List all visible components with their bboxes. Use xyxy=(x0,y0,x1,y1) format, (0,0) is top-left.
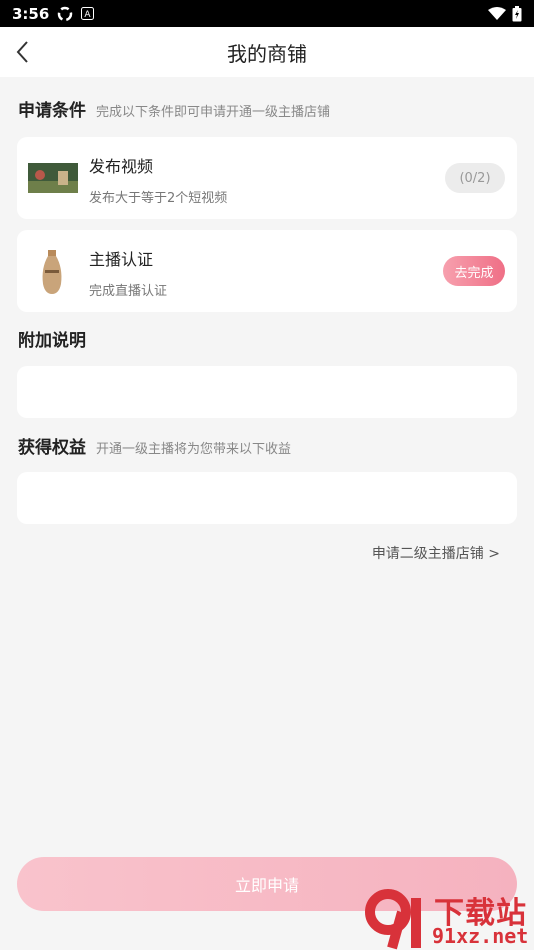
conditions-subtitle: 完成以下条件即可申请开通一级主播店铺 xyxy=(96,105,331,120)
page-title: 我的商铺 xyxy=(227,41,307,66)
benefits-header: 获得权益 开通一级主播将为您带来以下收益 xyxy=(18,433,291,458)
apply-level2-shop-link[interactable]: 申请二级主播店铺 > xyxy=(372,543,500,563)
conditions-title: 申请条件 xyxy=(18,101,86,121)
sync-icon xyxy=(58,6,73,21)
task-desc: 发布大于等于2个短视频 xyxy=(89,191,228,206)
extra-header: 附加说明 xyxy=(18,326,86,351)
benefits-subtitle: 开通一级主播将为您带来以下收益 xyxy=(96,442,292,457)
watermark-logo-icon xyxy=(365,889,421,950)
back-arrow-icon[interactable] xyxy=(12,39,38,65)
video-thumbnail-icon xyxy=(28,163,78,193)
task-progress-badge: (0/2) xyxy=(445,163,505,193)
conditions-header: 申请条件 完成以下条件即可申请开通一级主播店铺 xyxy=(18,96,330,121)
benefits-card xyxy=(17,472,517,524)
extra-title: 附加说明 xyxy=(18,331,86,351)
watermark-url: 91xz.net xyxy=(432,924,529,948)
task-card-publish-video[interactable]: 发布视频 发布大于等于2个短视频 (0/2) xyxy=(17,137,517,219)
vase-thumbnail-icon xyxy=(42,250,62,294)
task-desc: 完成直播认证 xyxy=(89,284,168,299)
battery-icon xyxy=(512,5,522,21)
watermark: 下载站 91xz.net xyxy=(362,888,534,950)
go-complete-button[interactable]: 去完成 xyxy=(443,256,505,286)
task-card-streamer-verify[interactable]: 主播认证 完成直播认证 去完成 xyxy=(17,230,517,312)
extra-notes-card xyxy=(17,366,517,418)
benefits-title: 获得权益 xyxy=(18,438,86,458)
svg-text:A: A xyxy=(85,10,92,20)
task-title: 主播认证 xyxy=(89,250,154,269)
status-time: 3:56 xyxy=(12,4,50,23)
task-title: 发布视频 xyxy=(89,157,154,176)
nav-bar: 我的商铺 xyxy=(0,27,534,77)
notification-a-icon: A xyxy=(81,7,95,20)
wifi-icon xyxy=(488,6,506,20)
status-bar: 3:56 A xyxy=(0,0,534,27)
